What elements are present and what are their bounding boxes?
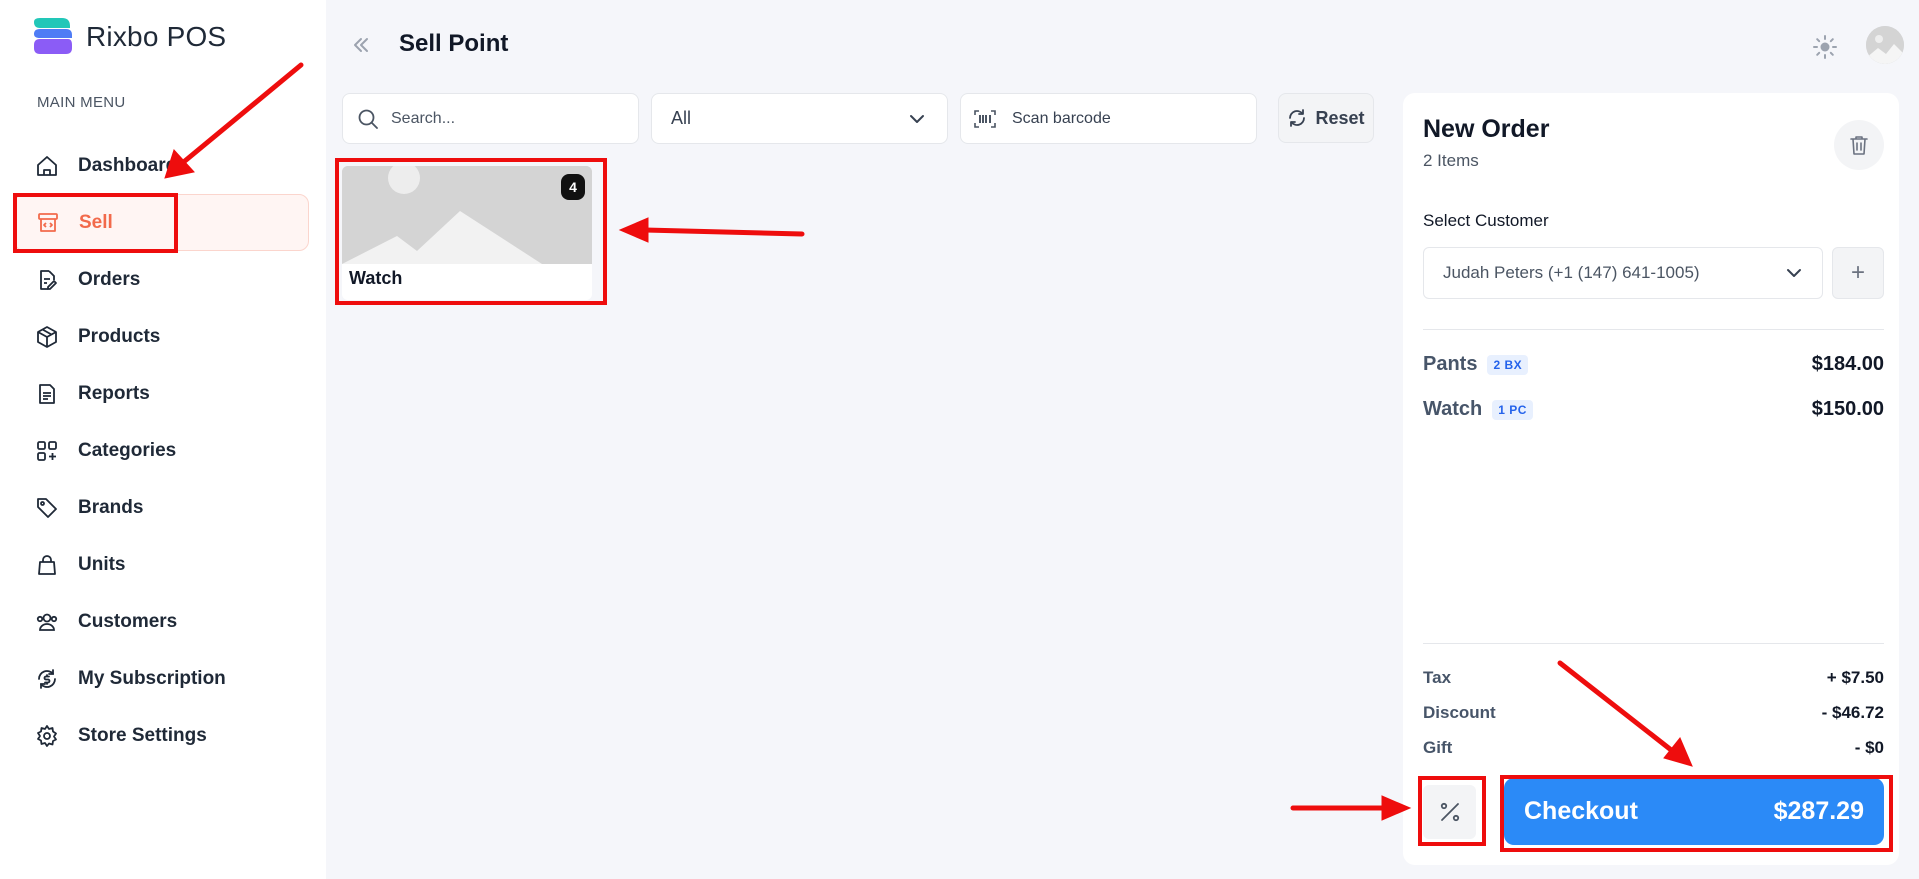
scan-barcode-label: Scan barcode xyxy=(1012,109,1111,127)
order-panel: New Order 2 Items Select Customer Judah … xyxy=(1403,93,1899,865)
order-title: New Order xyxy=(1423,115,1550,143)
sidebar-item-label: Dashboard xyxy=(78,154,178,176)
reset-button[interactable]: Reset xyxy=(1278,93,1374,143)
theme-toggle-button[interactable] xyxy=(1812,34,1838,60)
customer-label: Select Customer xyxy=(1423,211,1549,230)
chevron-down-icon xyxy=(1787,269,1801,277)
summary-discount-row: Discount - $46.72 xyxy=(1423,703,1884,723)
sidebar-item-brands[interactable]: Brands xyxy=(14,479,309,536)
sidebar-item-products[interactable]: Products xyxy=(14,308,309,365)
reset-label: Reset xyxy=(1315,107,1365,128)
brand-name: Rixbo POS xyxy=(86,21,227,52)
add-customer-button[interactable]: + xyxy=(1832,247,1884,299)
sun-icon xyxy=(1813,35,1837,59)
order-line-item[interactable]: Pants 2 BX $184.00 xyxy=(1423,353,1884,376)
document-edit-icon xyxy=(34,267,60,293)
barcode-icon xyxy=(974,109,996,128)
sidebar-item-label: My Subscription xyxy=(78,667,226,689)
annotation-highlight-sell xyxy=(13,193,178,253)
sidebar-item-subscription[interactable]: My Subscription xyxy=(14,650,309,707)
line-item-unit-badge: 2 BX xyxy=(1487,354,1529,375)
sidebar-item-units[interactable]: Units xyxy=(14,536,309,593)
scan-barcode-button[interactable]: Scan barcode xyxy=(960,93,1257,144)
category-select[interactable]: All xyxy=(651,93,948,144)
dollar-refresh-icon xyxy=(34,666,60,692)
summary-label: Gift xyxy=(1423,738,1453,757)
search-icon xyxy=(358,109,378,129)
annotation-highlight-checkout xyxy=(1500,775,1893,852)
summary-value: - $46.72 xyxy=(1821,703,1884,722)
line-item-unit-badge: 1 PC xyxy=(1492,399,1533,420)
double-chevron-left-icon xyxy=(354,38,368,52)
line-item-name: Watch xyxy=(1423,398,1483,420)
sidebar-item-label: Store Settings xyxy=(78,724,207,746)
annotation-highlight-product xyxy=(335,158,607,305)
sidebar-item-dashboard[interactable]: Dashboard xyxy=(14,137,309,194)
gear-icon xyxy=(34,723,60,749)
sidebar-item-label: Units xyxy=(78,553,126,575)
menu-title: MAIN MENU xyxy=(37,94,126,111)
sidebar-item-label: Reports xyxy=(78,382,150,404)
user-placeholder-icon xyxy=(1866,26,1904,64)
customer-select[interactable]: Judah Peters (+1 (147) 641-1005) xyxy=(1423,247,1823,299)
summary-label: Tax xyxy=(1423,668,1452,687)
box-icon xyxy=(34,324,60,350)
avatar[interactable] xyxy=(1866,26,1904,64)
order-line-item[interactable]: Watch 1 PC $150.00 xyxy=(1423,398,1884,421)
tag-icon xyxy=(34,495,60,521)
divider xyxy=(1423,329,1884,330)
grid-plus-icon xyxy=(34,438,60,464)
sidebar-item-label: Orders xyxy=(78,268,141,290)
trash-icon xyxy=(1850,136,1868,155)
category-select-value: All xyxy=(671,108,692,128)
sidebar-item-label: Customers xyxy=(78,610,178,632)
home-icon xyxy=(34,153,60,179)
chevron-down-icon xyxy=(910,114,924,123)
sidebar-item-store-settings[interactable]: Store Settings xyxy=(14,707,309,764)
summary-gift-row: Gift - $0 xyxy=(1423,738,1884,758)
sidebar-item-label: Products xyxy=(78,325,161,347)
summary-value: + $7.50 xyxy=(1826,668,1884,687)
search-box xyxy=(342,93,639,144)
order-item-count: 2 Items xyxy=(1423,151,1479,170)
sidebar: Rixbo POS MAIN MENU Dashboard Sell Order… xyxy=(0,0,326,879)
refresh-icon xyxy=(1289,109,1306,127)
summary-tax-row: Tax + $7.50 xyxy=(1423,668,1884,688)
search-input[interactable] xyxy=(391,109,621,128)
summary-label: Discount xyxy=(1423,703,1496,722)
collapse-sidebar-button[interactable] xyxy=(346,30,376,60)
report-icon xyxy=(34,381,60,407)
line-item-price: $150.00 xyxy=(1811,398,1884,420)
annotation-highlight-discount xyxy=(1418,776,1486,846)
sidebar-item-orders[interactable]: Orders xyxy=(14,251,309,308)
divider xyxy=(1423,643,1884,644)
bag-icon xyxy=(34,552,60,578)
sidebar-item-categories[interactable]: Categories xyxy=(14,422,309,479)
brand-logo[interactable]: Rixbo POS xyxy=(32,18,226,56)
summary-value: - $0 xyxy=(1854,738,1884,757)
clear-order-button[interactable] xyxy=(1834,120,1884,170)
sidebar-item-customers[interactable]: Customers xyxy=(14,593,309,650)
customer-select-value: Judah Peters (+1 (147) 641-1005) xyxy=(1443,263,1700,282)
sidebar-item-label: Categories xyxy=(78,439,177,461)
logo-icon xyxy=(32,18,74,56)
line-item-price: $184.00 xyxy=(1811,353,1884,375)
sidebar-item-label: Brands xyxy=(78,496,144,518)
users-icon xyxy=(34,609,60,635)
sidebar-item-reports[interactable]: Reports xyxy=(14,365,309,422)
line-item-name: Pants xyxy=(1423,353,1478,375)
page-title: Sell Point xyxy=(399,30,509,57)
